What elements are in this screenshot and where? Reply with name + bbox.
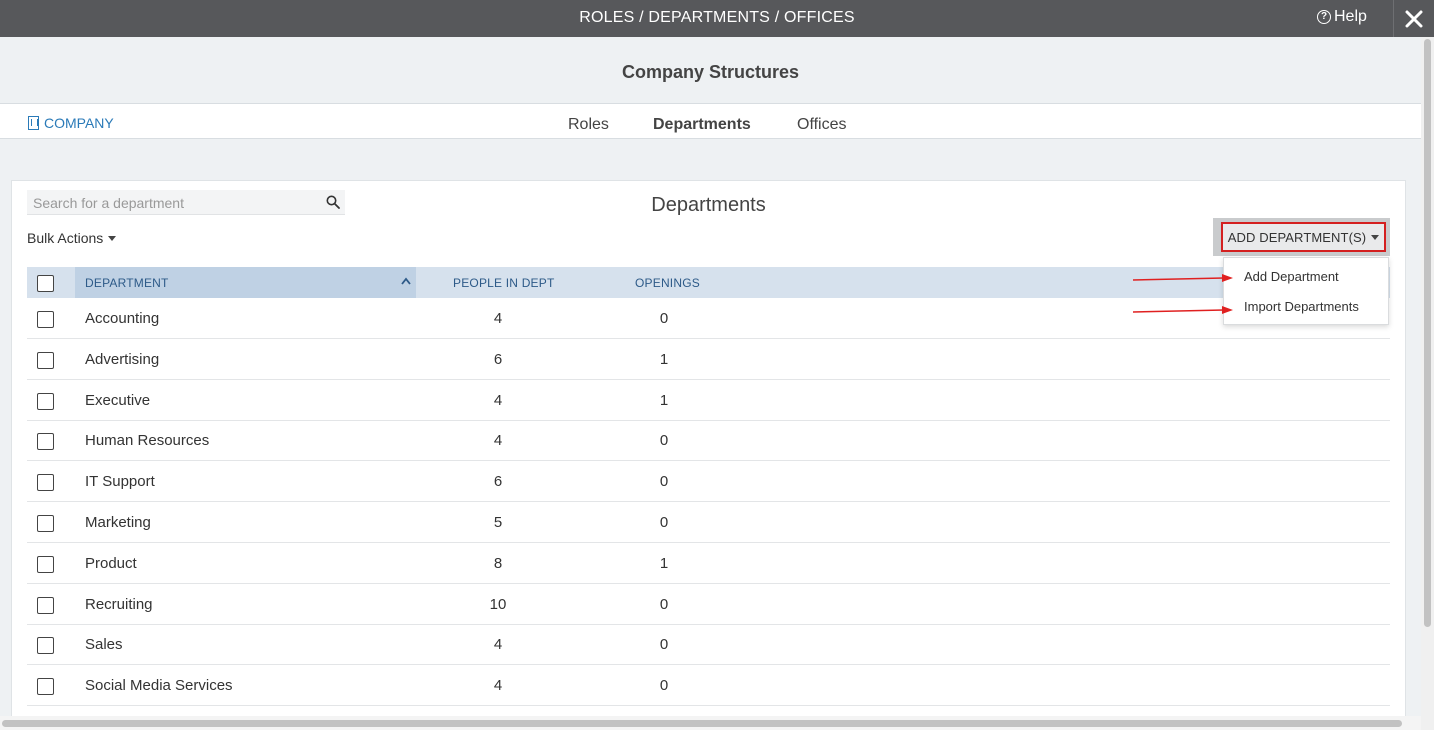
department-name[interactable]: Social Media Services <box>85 677 233 694</box>
openings-count: 0 <box>659 432 669 449</box>
people-count: 5 <box>493 514 503 531</box>
help-label: Help <box>1334 8 1367 25</box>
table-row[interactable]: IT Support 6 0 <box>27 461 1390 502</box>
openings-count: 0 <box>659 473 669 490</box>
page-title: Company Structures <box>621 62 800 82</box>
help-icon: ? <box>1317 10 1331 24</box>
department-name[interactable]: Accounting <box>85 310 159 327</box>
people-count: 4 <box>493 310 503 327</box>
select-all-checkbox[interactable] <box>37 275 54 292</box>
row-checkbox[interactable] <box>37 433 54 450</box>
window-title: ROLES / DEPARTMENTS / OFFICES <box>579 9 855 26</box>
company-link[interactable]: COMPANY <box>28 115 114 131</box>
department-name[interactable]: Recruiting <box>85 596 153 613</box>
openings-count: 0 <box>659 636 669 653</box>
table-row[interactable]: Recruiting 10 0 <box>27 584 1390 625</box>
horizontal-scrollbar[interactable] <box>0 716 1421 730</box>
row-checkbox[interactable] <box>37 311 54 328</box>
openings-count: 0 <box>659 596 669 613</box>
openings-count: 0 <box>659 514 669 531</box>
department-name[interactable]: IT Support <box>85 473 155 490</box>
page-header: Company Structures <box>0 37 1421 104</box>
table-row[interactable]: Sales 4 0 <box>27 624 1390 665</box>
table-row[interactable]: Human Resources 4 0 <box>27 420 1390 461</box>
row-checkbox[interactable] <box>37 637 54 654</box>
table-row[interactable]: Social Media Services 4 0 <box>27 665 1390 706</box>
department-name[interactable]: Advertising <box>85 351 159 368</box>
bulk-actions-dropdown[interactable]: Bulk Actions <box>27 230 117 246</box>
close-icon <box>1405 10 1423 27</box>
tabs-bar: COMPANY Roles Departments Offices <box>0 103 1421 139</box>
row-checkbox[interactable] <box>37 597 54 614</box>
caret-down-icon <box>1371 234 1380 240</box>
openings-count: 1 <box>659 351 669 368</box>
row-checkbox[interactable] <box>37 678 54 695</box>
menu-item-add-department[interactable]: Add Department <box>1244 269 1339 284</box>
people-count: 4 <box>493 677 503 694</box>
add-departments-menu: Add Department Import Departments <box>1223 257 1389 325</box>
people-count: 6 <box>493 473 503 490</box>
company-link-label: COMPANY <box>44 115 114 131</box>
annotation-arrow <box>1132 274 1233 282</box>
tab-departments[interactable]: Departments <box>653 116 751 134</box>
openings-count: 0 <box>659 310 669 327</box>
people-count: 8 <box>493 555 503 572</box>
column-header-people[interactable]: PEOPLE IN DEPT <box>453 276 555 290</box>
table-row[interactable]: Advertising 6 1 <box>27 339 1390 380</box>
add-departments-label: ADD DEPARTMENT(S) <box>1227 229 1367 245</box>
table-row[interactable]: Marketing 5 0 <box>27 502 1390 543</box>
caret-down-icon <box>108 235 117 241</box>
scrollbar-thumb[interactable] <box>2 720 1402 727</box>
people-count: 6 <box>493 351 503 368</box>
column-header-openings[interactable]: OPENINGS <box>635 276 700 290</box>
table-row[interactable]: Product 8 1 <box>27 543 1390 584</box>
department-name[interactable]: Sales <box>85 636 123 653</box>
close-button[interactable] <box>1393 0 1434 37</box>
tab-offices[interactable]: Offices <box>797 116 847 134</box>
row-checkbox[interactable] <box>37 556 54 573</box>
column-header-department[interactable]: DEPARTMENT <box>85 276 169 290</box>
row-checkbox[interactable] <box>37 474 54 491</box>
scrollbar-thumb[interactable] <box>1424 39 1431 627</box>
row-checkbox[interactable] <box>37 352 54 369</box>
menu-item-import-departments[interactable]: Import Departments <box>1244 299 1359 314</box>
vertical-scrollbar[interactable] <box>1421 37 1434 730</box>
sort-ascending-icon[interactable] <box>401 277 411 285</box>
people-count: 4 <box>493 636 503 653</box>
department-name[interactable]: Executive <box>85 392 150 409</box>
bulk-actions-label: Bulk Actions <box>27 230 104 246</box>
tab-roles[interactable]: Roles <box>568 116 609 134</box>
panel-title: Departments <box>651 194 766 216</box>
table-row[interactable]: Executive 4 1 <box>27 380 1390 421</box>
annotation-arrow <box>1132 306 1233 314</box>
openings-count: 1 <box>659 555 669 572</box>
department-name[interactable]: Marketing <box>85 514 151 531</box>
people-count: 4 <box>493 432 503 449</box>
row-checkbox[interactable] <box>37 393 54 410</box>
openings-count: 1 <box>659 392 669 409</box>
people-count: 4 <box>493 392 503 409</box>
department-name[interactable]: Product <box>85 555 137 572</box>
building-icon <box>28 116 39 130</box>
add-departments-button[interactable]: ADD DEPARTMENT(S) <box>1221 222 1386 252</box>
openings-count: 0 <box>659 677 669 694</box>
department-name[interactable]: Human Resources <box>85 432 209 449</box>
people-count: 10 <box>489 596 507 613</box>
row-checkbox[interactable] <box>37 515 54 532</box>
help-button[interactable]: ? Help <box>1317 8 1367 26</box>
title-bar: ROLES / DEPARTMENTS / OFFICES ? Help <box>0 0 1434 37</box>
